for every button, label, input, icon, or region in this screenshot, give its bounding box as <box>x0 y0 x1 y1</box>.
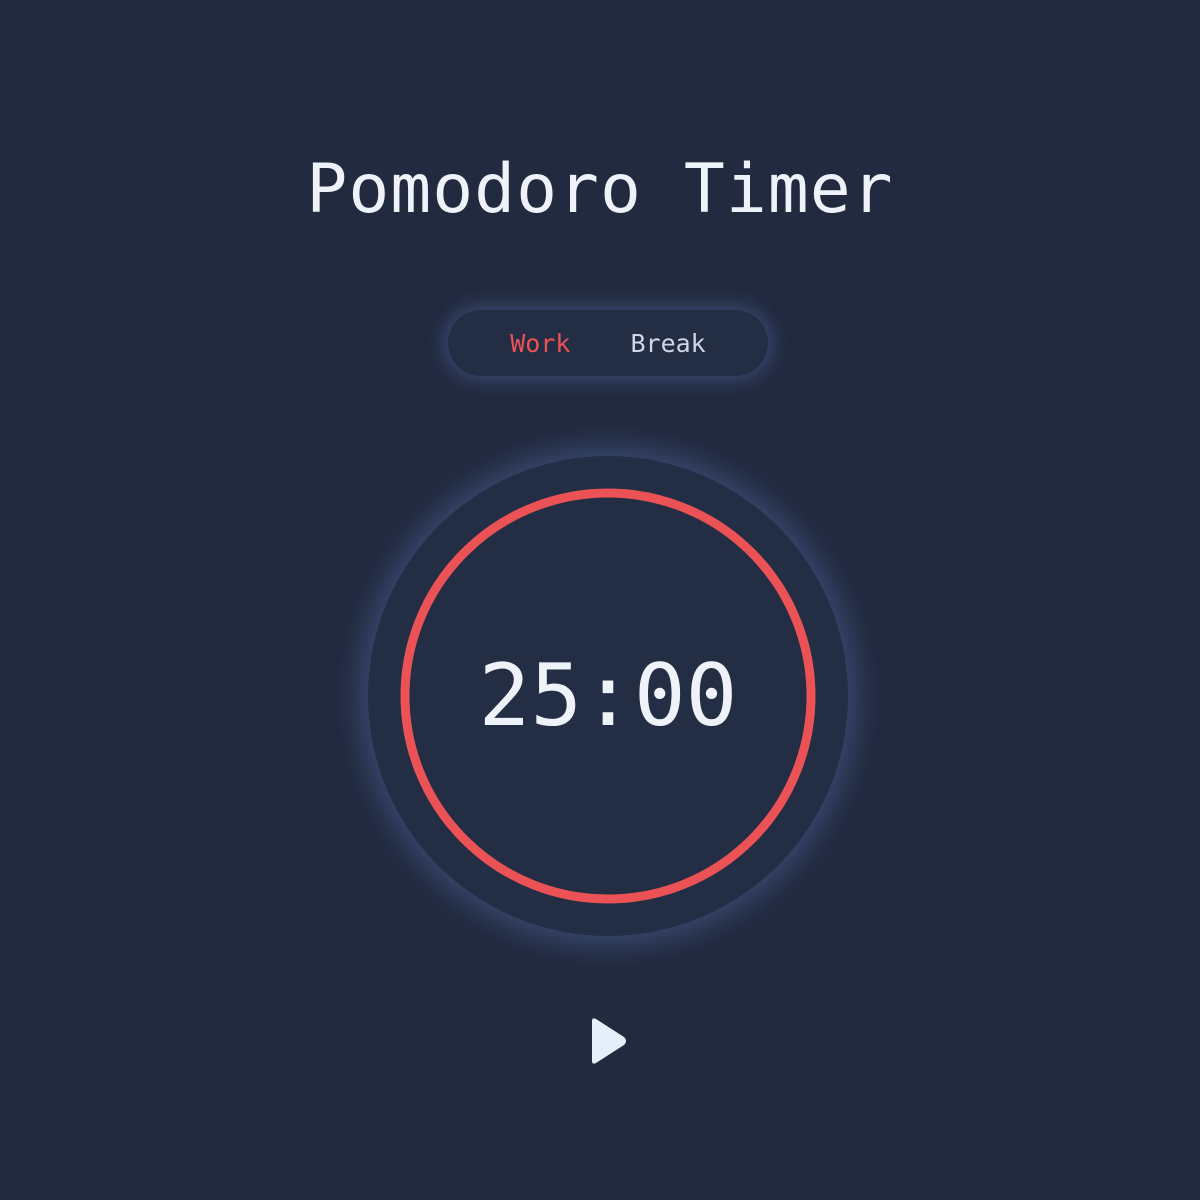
mode-toggle: Work Break <box>448 310 768 376</box>
break-mode-button[interactable]: Break <box>630 329 705 358</box>
page-title: Pomodoro Timer <box>306 150 894 229</box>
time-display: 25:00 <box>368 646 848 746</box>
time-separator: : <box>582 646 634 746</box>
work-mode-button[interactable]: Work <box>510 329 570 358</box>
time-seconds: 00 <box>633 646 738 746</box>
play-icon <box>592 1018 626 1064</box>
time-minutes: 25 <box>478 646 583 746</box>
play-button[interactable] <box>582 1014 634 1068</box>
